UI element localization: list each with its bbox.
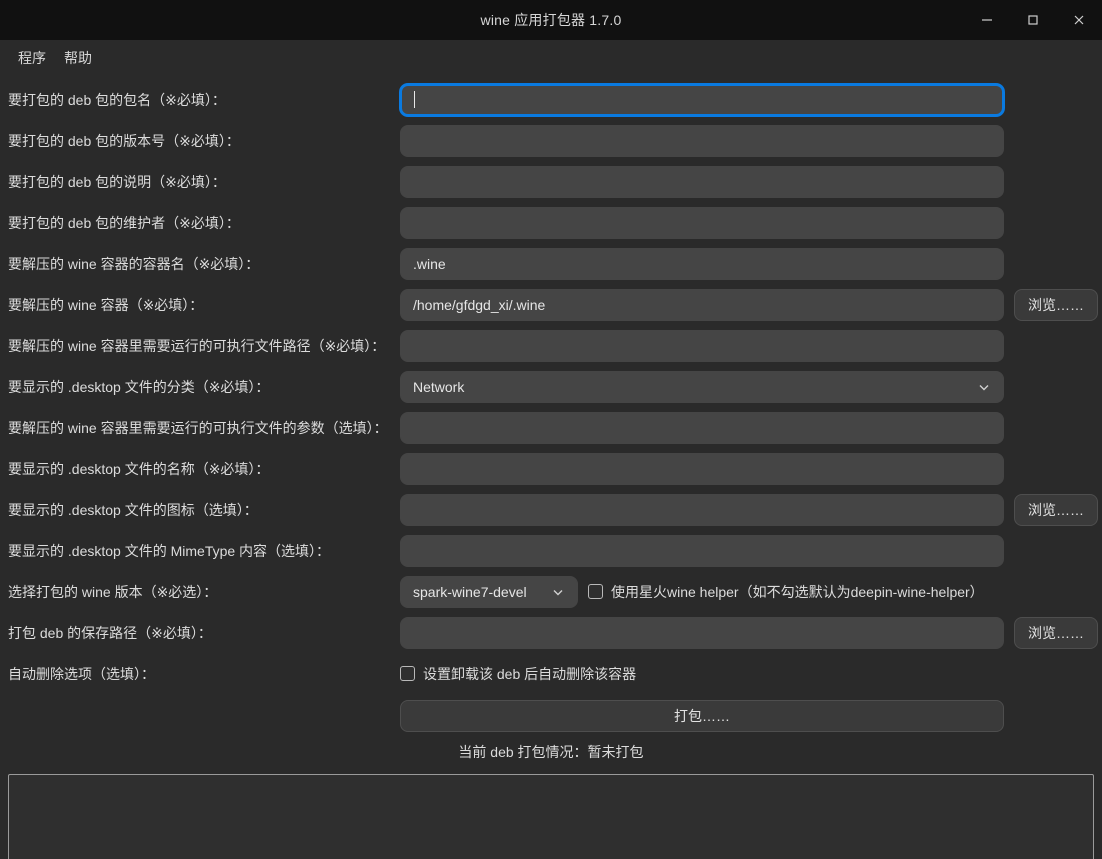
form-row-desktop-icon: 要显示的 .desktop 文件的图标（选填）： 浏览……: [0, 489, 1102, 530]
spark-wine-helper-checkbox[interactable]: [588, 584, 603, 599]
form-row-auto-delete: 自动删除选项（选填）： 设置卸载该 deb 后自动删除该容器: [0, 653, 1102, 694]
menu-item-program[interactable]: 程序: [12, 45, 52, 71]
form-row-maintainer: 要打包的 deb 包的维护者（※必填）：: [0, 202, 1102, 243]
browse-container-path-button[interactable]: 浏览……: [1014, 288, 1098, 321]
label-desktop-category: 要显示的 .desktop 文件的分类（※必填）：: [8, 378, 270, 395]
exe-args-input[interactable]: [400, 411, 1004, 444]
text-caret: [414, 91, 415, 108]
chevron-down-icon: [977, 380, 991, 394]
menu-bar: 程序 帮助: [0, 40, 1102, 75]
pack-status-text: 当前 deb 打包情况：暂未打包: [458, 744, 644, 760]
log-wrapper: [0, 766, 1102, 859]
close-icon[interactable]: [1056, 0, 1102, 40]
form-panel: 要打包的 deb 包的包名（※必填）： 要打包的 deb 包的版本号（※必填）：…: [0, 75, 1102, 859]
container-name-input[interactable]: .wine: [400, 247, 1004, 280]
minimize-icon[interactable]: [964, 0, 1010, 40]
description-input[interactable]: [400, 165, 1004, 198]
form-row-desktop-name: 要显示的 .desktop 文件的名称（※必填）：: [0, 448, 1102, 489]
form-row-container-name: 要解压的 wine 容器的容器名（※必填）： .wine: [0, 243, 1102, 284]
desktop-icon-input[interactable]: [400, 493, 1004, 526]
pack-action-row: 打包……: [0, 694, 1102, 738]
label-exe-path: 要解压的 wine 容器里需要运行的可执行文件路径（※必填）：: [8, 337, 386, 354]
form-row-description: 要打包的 deb 包的说明（※必填）：: [0, 161, 1102, 202]
desktop-category-select[interactable]: Network: [400, 370, 1004, 403]
label-description: 要打包的 deb 包的说明（※必填）：: [8, 173, 226, 190]
browse-desktop-icon-button[interactable]: 浏览……: [1014, 493, 1098, 526]
form-row-save-path: 打包 deb 的保存路径（※必填）： 浏览……: [0, 612, 1102, 653]
auto-delete-checkbox-row[interactable]: 设置卸载该 deb 后自动删除该容器: [400, 664, 636, 684]
package-name-input[interactable]: [400, 83, 1004, 116]
label-auto-delete: 自动删除选项（选填）：: [8, 665, 155, 682]
form-row-exe-path: 要解压的 wine 容器里需要运行的可执行文件路径（※必填）：: [0, 325, 1102, 366]
container-path-value: /home/gfdgd_xi/.wine: [413, 296, 546, 313]
label-exe-args: 要解压的 wine 容器里需要运行的可执行文件的参数（选填）：: [8, 419, 388, 436]
form-row-container-path: 要解压的 wine 容器（※必填）： /home/gfdgd_xi/.wine …: [0, 284, 1102, 325]
label-save-path: 打包 deb 的保存路径（※必填）：: [8, 624, 212, 641]
label-maintainer: 要打包的 deb 包的维护者（※必填）：: [8, 214, 240, 231]
label-desktop-icon: 要显示的 .desktop 文件的图标（选填）：: [8, 501, 258, 518]
pack-button[interactable]: 打包……: [400, 700, 1004, 732]
label-mimetype: 要显示的 .desktop 文件的 MimeType 内容（选填）：: [8, 542, 331, 559]
label-package-name: 要打包的 deb 包的包名（※必填）：: [8, 91, 226, 108]
wine-version-select[interactable]: spark-wine7-devel: [400, 575, 578, 608]
label-container-name: 要解压的 wine 容器的容器名（※必填）：: [8, 255, 260, 272]
form-row-version: 要打包的 deb 包的版本号（※必填）：: [0, 120, 1102, 161]
version-input[interactable]: [400, 124, 1004, 157]
window-title: wine 应用打包器 1.7.0: [480, 12, 622, 28]
form-row-wine-version: 选择打包的 wine 版本（※必选）： spark-wine7-devel 使用…: [0, 571, 1102, 612]
container-name-value: .wine: [413, 255, 446, 272]
chevron-down-icon: [551, 585, 565, 599]
save-path-input[interactable]: [400, 616, 1004, 649]
status-row: 当前 deb 打包情况：暂未打包: [0, 738, 1102, 766]
maximize-icon[interactable]: [1010, 0, 1056, 40]
maintainer-input[interactable]: [400, 206, 1004, 239]
desktop-name-input[interactable]: [400, 452, 1004, 485]
label-wine-version: 选择打包的 wine 版本（※必选）：: [8, 583, 218, 600]
exe-path-input[interactable]: [400, 329, 1004, 362]
label-desktop-name: 要显示的 .desktop 文件的名称（※必填）：: [8, 460, 270, 477]
browse-save-path-button[interactable]: 浏览……: [1014, 616, 1098, 649]
label-container-path: 要解压的 wine 容器（※必填）：: [8, 296, 204, 313]
window-controls: [964, 0, 1102, 40]
container-path-input[interactable]: /home/gfdgd_xi/.wine: [400, 288, 1004, 321]
mimetype-input[interactable]: [400, 534, 1004, 567]
form-row-mimetype: 要显示的 .desktop 文件的 MimeType 内容（选填）：: [0, 530, 1102, 571]
desktop-category-value: Network: [413, 378, 465, 395]
label-version: 要打包的 deb 包的版本号（※必填）：: [8, 132, 240, 149]
form-row-package-name: 要打包的 deb 包的包名（※必填）：: [0, 79, 1102, 120]
spark-wine-helper-checkbox-row[interactable]: 使用星火wine helper（如不勾选默认为deepin-wine-helpe…: [588, 582, 984, 602]
menu-item-help[interactable]: 帮助: [58, 45, 98, 71]
wine-version-value: spark-wine7-devel: [413, 583, 527, 600]
form-row-exe-args: 要解压的 wine 容器里需要运行的可执行文件的参数（选填）：: [0, 407, 1102, 448]
title-bar: wine 应用打包器 1.7.0: [0, 0, 1102, 40]
auto-delete-checkbox[interactable]: [400, 666, 415, 681]
form-row-desktop-category: 要显示的 .desktop 文件的分类（※必填）： Network: [0, 366, 1102, 407]
log-output-area[interactable]: [8, 774, 1094, 859]
auto-delete-label: 设置卸载该 deb 后自动删除该容器: [423, 665, 637, 682]
spark-wine-helper-label: 使用星火wine helper（如不勾选默认为deepin-wine-helpe…: [611, 583, 984, 600]
